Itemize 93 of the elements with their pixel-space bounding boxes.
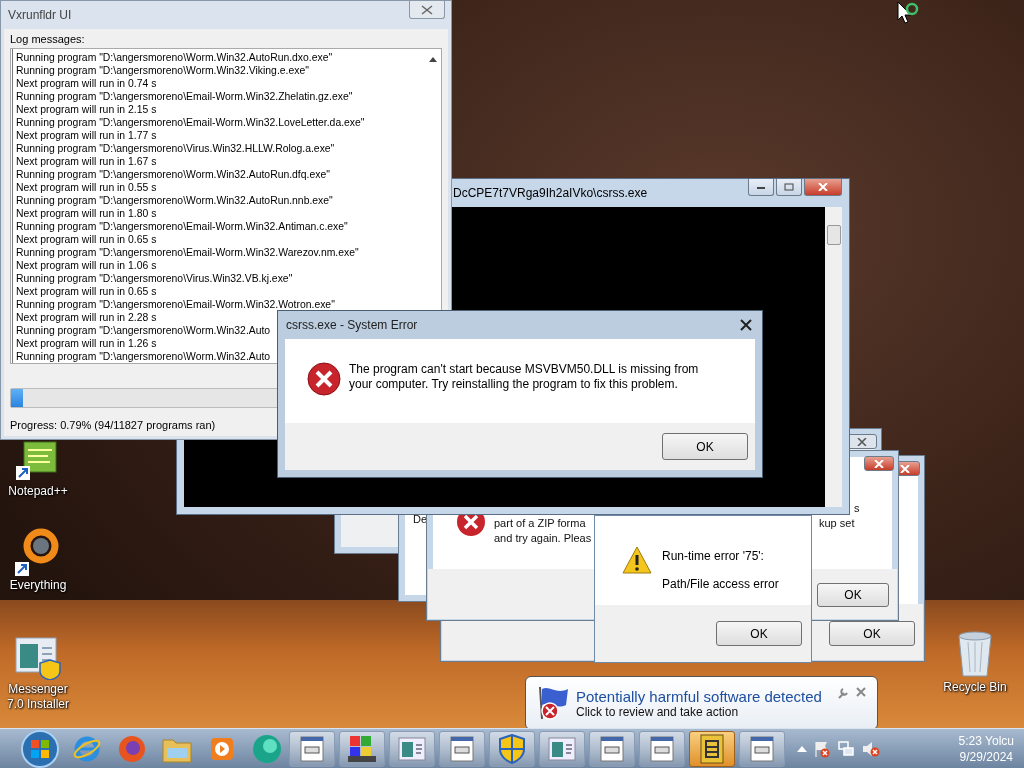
window-title: DcCPE7t7VRga9Ih2aIVko\csrss.exe xyxy=(452,186,648,200)
log-line: Running program "D:\angersmoreno\Virus.Win32.VB.kj.exe" xyxy=(16,272,293,285)
program-window-icon xyxy=(599,734,625,763)
close-icon xyxy=(818,183,828,191)
clock-date: 9/29/2024 xyxy=(959,748,1013,765)
log-line: Next program will run in 1.77 s xyxy=(16,129,157,142)
log-label: Log messages: xyxy=(10,32,86,46)
program-window-icon xyxy=(649,734,675,763)
dialog-text: and try again. Pleas xyxy=(494,532,592,544)
log-line: Next program will run in 0.65 s xyxy=(16,233,157,246)
log-line: Running program "D:\angersmoreno\Worm.Win32.Auto xyxy=(16,350,271,363)
ok-button[interactable]: OK xyxy=(829,621,915,646)
close-icon xyxy=(857,437,867,446)
log-line: Running program "D:\angersmoreno\Worm.Win32.Viking.e.exe" xyxy=(16,64,309,77)
error-heading: Run-time error '75': xyxy=(662,549,765,563)
log-line: Running program "D:\angersmoreno\Email-Worm.Win32.Zhelatin.gz.exe" xyxy=(16,90,353,103)
window-title: Vxrunfldr UI xyxy=(7,8,72,22)
notification-balloon[interactable]: Potentially harmful software detected Click to review and take action xyxy=(525,676,878,730)
close-icon xyxy=(421,4,433,15)
action-center-error-icon[interactable] xyxy=(813,739,831,758)
ring-app-icon[interactable] xyxy=(15,528,61,576)
taskbar-window-button[interactable] xyxy=(339,730,385,767)
dialog-text: kup set xyxy=(819,517,855,529)
notepad-app-icon[interactable] xyxy=(16,440,60,482)
wrench-icon[interactable] xyxy=(837,687,849,699)
taskbar-window-button[interactable] xyxy=(639,730,685,767)
error-message: Path/File access error xyxy=(662,577,779,591)
log-line: Next program will run in 2.15 s xyxy=(16,103,157,116)
close-button[interactable] xyxy=(804,179,842,196)
log-line: Next program will run in 1.06 s xyxy=(16,259,157,272)
log-line: Running program "D:\angersmoreno\Worm.Win32.AutoRun.nnb.exe" xyxy=(16,194,333,207)
log-line: Running program "D:\angersmoreno\Email-Worm.Win32.Warezov.nm.exe" xyxy=(16,246,359,259)
log-line: Next program will run in 2.28 s xyxy=(16,311,157,324)
program-window-icon xyxy=(749,734,775,763)
scroll-up-icon[interactable] xyxy=(428,57,437,62)
scrollbar[interactable] xyxy=(825,207,842,507)
desktop-icon-label[interactable]: Everything xyxy=(9,578,67,593)
error-icon xyxy=(307,362,341,396)
taskbar-window-button[interactable] xyxy=(589,730,635,767)
log-line: Running program "D:\angersmoreno\Email-Worm.Win32.Wotron.exe" xyxy=(16,298,335,311)
log-line: Running program "D:\angersmoreno\Email-Worm.Win32.LoveLetter.da.exe" xyxy=(16,116,365,129)
start-button[interactable] xyxy=(18,728,62,768)
maximize-button[interactable] xyxy=(776,179,802,196)
close-icon[interactable] xyxy=(856,687,866,697)
log-line: Next program will run in 1.26 s xyxy=(16,337,157,350)
taskbar-window-button[interactable] xyxy=(289,730,335,767)
log-line: Next program will run in 0.74 s xyxy=(16,77,157,90)
ok-button[interactable]: OK xyxy=(716,621,802,646)
fox-globe-icon xyxy=(116,733,147,764)
maximize-icon xyxy=(784,183,794,191)
close-button[interactable] xyxy=(864,456,894,471)
log-line: Next program will run in 1.80 s xyxy=(16,207,157,220)
taskbar-window-button[interactable] xyxy=(689,730,735,767)
taskbar-window-button[interactable] xyxy=(739,730,785,767)
installer-icon[interactable] xyxy=(14,634,62,680)
globe-icon xyxy=(250,732,283,765)
network-icon[interactable] xyxy=(837,739,855,758)
app-window-icon xyxy=(547,735,577,762)
taskbar-window-button[interactable] xyxy=(489,730,535,767)
shield-icon xyxy=(499,733,525,764)
desktop-icon-label[interactable]: Notepad++ xyxy=(8,484,68,499)
log-line: Running program "D:\angersmoreno\Virus.Win32.HLLW.Rolog.a.exe" xyxy=(16,142,335,155)
dialog-text: s xyxy=(854,502,860,514)
log-line: Running program "D:\angersmoreno\Email-Worm.Win32.Antiman.c.exe" xyxy=(16,220,348,233)
close-icon xyxy=(874,459,884,468)
error-message: The program can't start because MSVBVM50.DLL is missing from your computer. Try reinstalling the program to fix this problem. xyxy=(349,362,700,392)
clock-time: 5:23 Yolcu xyxy=(958,732,1014,749)
dialog-text: De xyxy=(413,513,428,525)
log-line: Running program "D:\angersmoreno\Worm.Win32.AutoRun.dfq.exe" xyxy=(16,168,330,181)
taskbar-window-button[interactable] xyxy=(439,730,485,767)
log-line: Running program "D:\angersmoreno\Worm.Win32.AutoRun.dxo.exe" xyxy=(16,51,333,64)
archive-icon xyxy=(697,732,727,765)
log-line: Next program will run in 0.55 s xyxy=(16,181,157,194)
show-hidden-icons[interactable] xyxy=(797,744,807,753)
recycle-bin-icon[interactable] xyxy=(955,630,995,678)
speaker-muted-icon[interactable] xyxy=(861,739,881,758)
program-window-icon xyxy=(299,734,325,763)
log-line: Running program "D:\angersmoreno\Worm.Win32.Auto xyxy=(16,324,271,337)
minimize-button[interactable] xyxy=(748,179,774,196)
setup-icon xyxy=(346,733,378,764)
program-window-icon xyxy=(449,734,475,763)
ok-button[interactable]: OK xyxy=(817,583,889,607)
log-line: Next program will run in 1.67 s xyxy=(16,155,157,168)
minimize-icon xyxy=(756,184,766,190)
log-line: Next program will run in 0.65 s xyxy=(16,285,157,298)
warning-icon xyxy=(622,546,652,574)
app-window-icon xyxy=(397,735,427,762)
progress-text: Progress: 0.79% (94/11827 programs ran) xyxy=(10,419,217,431)
dialog-text: part of a ZIP forma xyxy=(494,517,586,529)
window-title: csrss.exe - System Error xyxy=(285,318,418,332)
ok-button[interactable]: OK xyxy=(662,433,748,460)
notification-title: Potentially harmful software detected xyxy=(576,687,822,705)
notification-subtitle: Click to review and take action xyxy=(576,704,740,719)
